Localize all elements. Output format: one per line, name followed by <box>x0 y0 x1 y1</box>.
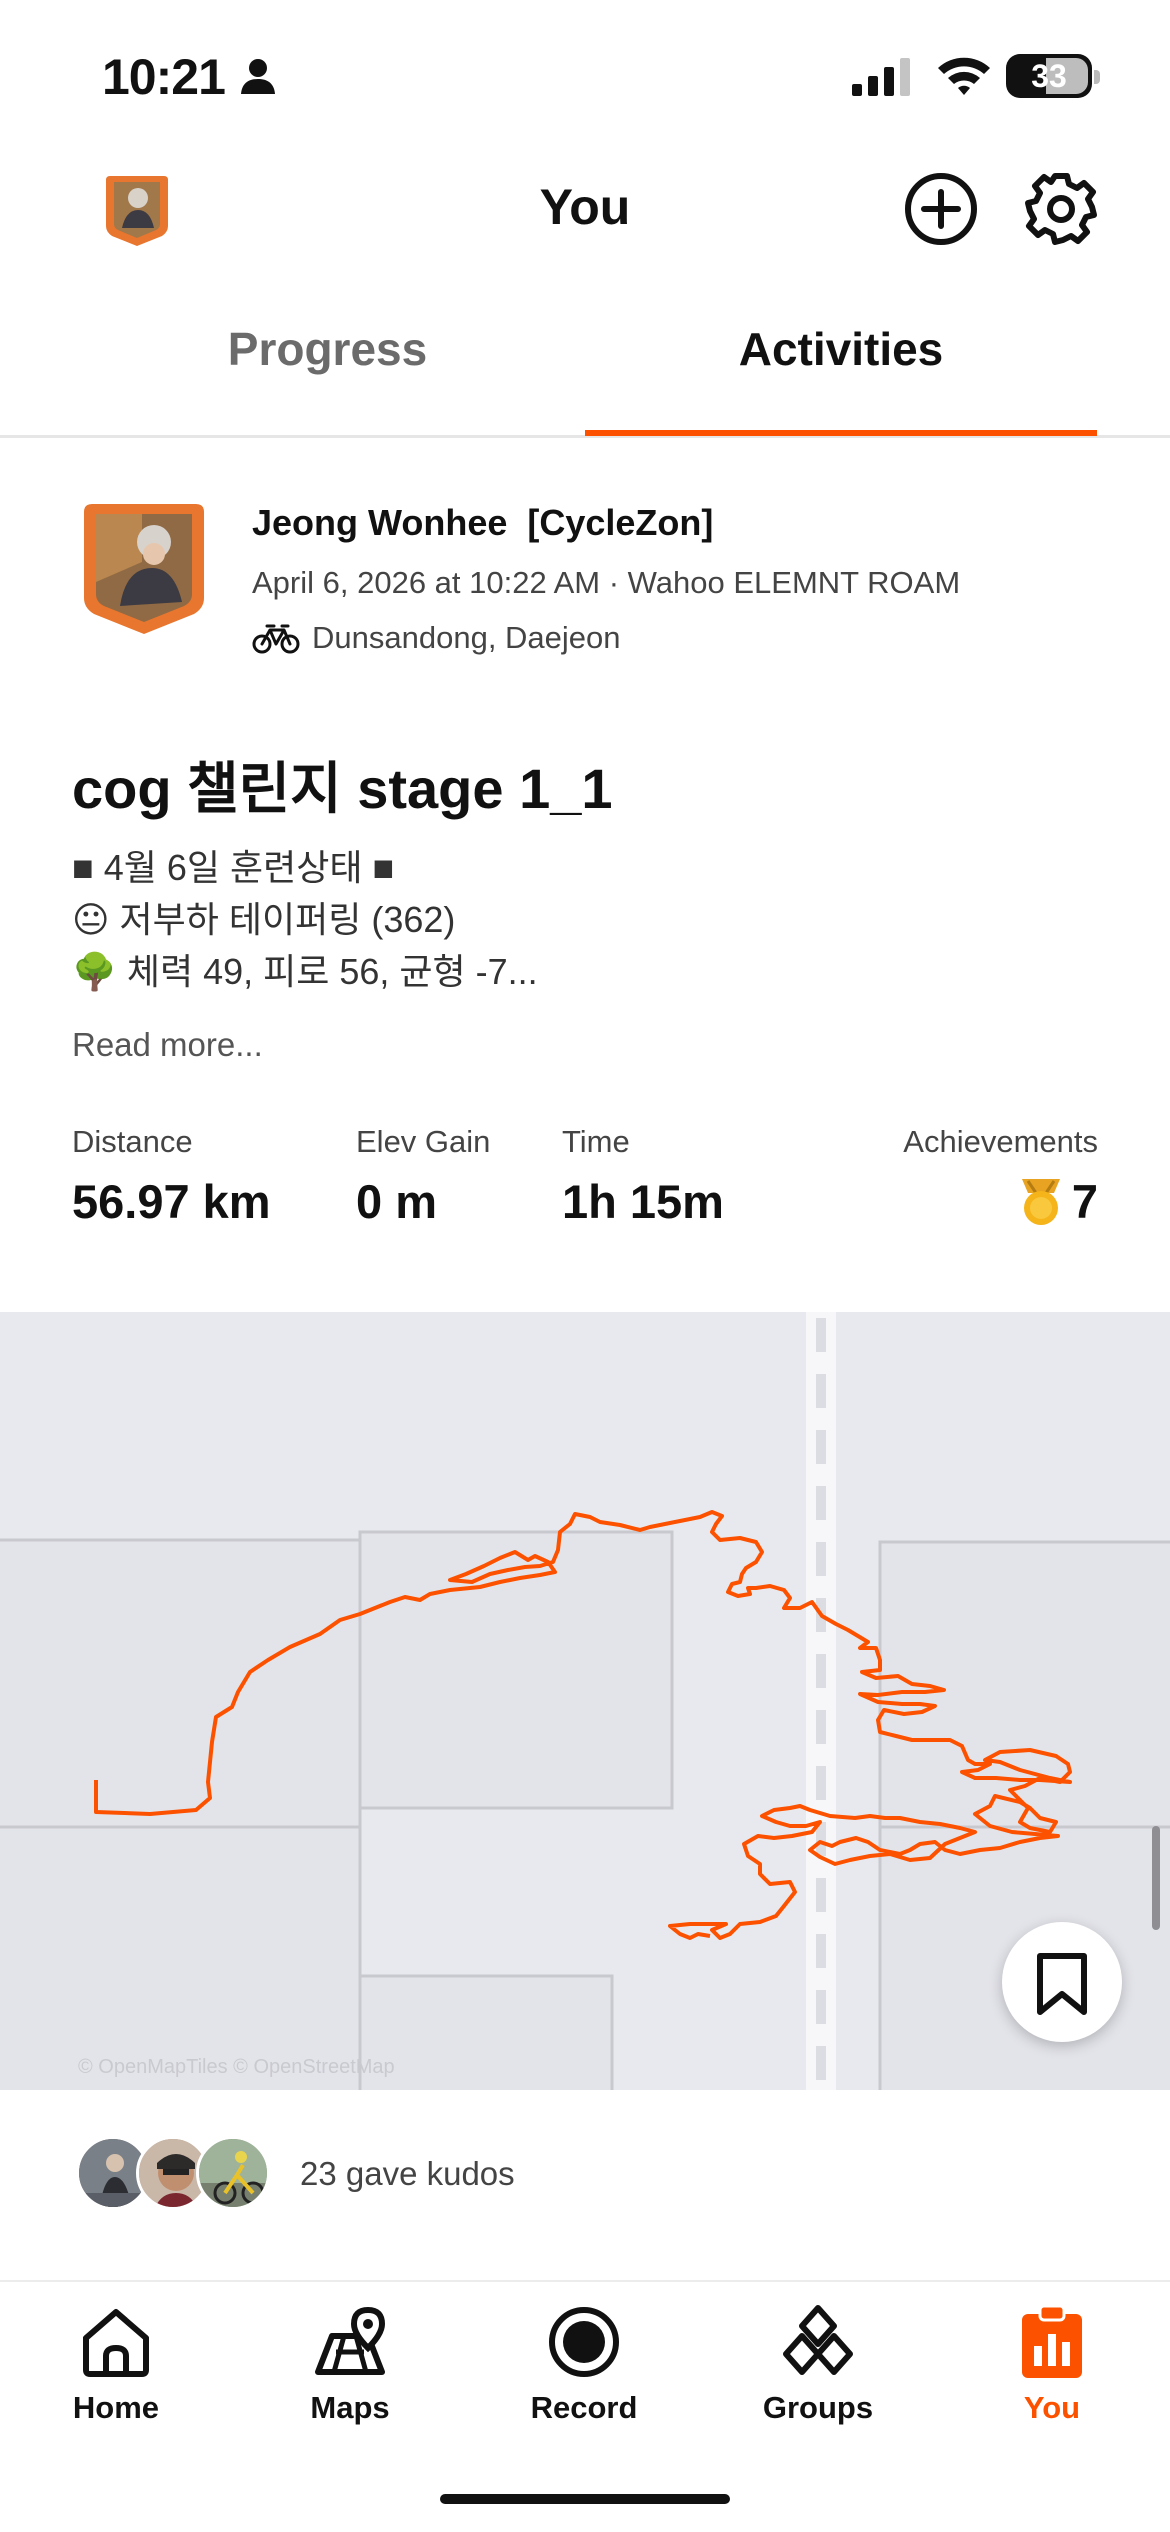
map-base <box>0 1312 1170 2090</box>
activity-location: Dunsandong, Daejeon <box>252 620 621 656</box>
tab-activities[interactable]: Activities <box>585 322 1097 376</box>
bookmark-button[interactable] <box>1002 1922 1122 2042</box>
cellular-signal-icon <box>852 56 914 101</box>
maps-icon <box>315 2306 386 2375</box>
athlete-avatar[interactable] <box>82 502 206 636</box>
record-icon <box>549 2307 619 2377</box>
nav-groups[interactable]: Groups <box>738 2302 898 2426</box>
kudos-count[interactable]: 23 gave kudos <box>300 2155 515 2193</box>
time-label: Time <box>562 1124 630 1159</box>
person-icon <box>240 58 276 101</box>
nav-record[interactable]: Record <box>504 2302 664 2426</box>
nav-home[interactable]: Home <box>36 2302 196 2426</box>
medal-icon <box>1021 1178 1060 1225</box>
active-tab-indicator <box>585 430 1097 436</box>
map-scroll-indicator <box>1152 1826 1160 1930</box>
kudos-row[interactable]: 23 gave kudos <box>76 2136 515 2212</box>
description-line: 🌳 체력 49, 피로 56, 균형 -7... <box>72 951 538 992</box>
gear-icon[interactable] <box>1022 170 1100 253</box>
distance-label: Distance <box>72 1124 193 1159</box>
add-icon[interactable] <box>902 170 980 253</box>
bookmark-icon <box>1037 1953 1087 2015</box>
nav-you-label: You <box>1023 2390 1081 2425</box>
wifi-icon <box>936 54 992 101</box>
nav-maps[interactable]: Maps <box>270 2302 430 2426</box>
nav-record-label: Record <box>530 2390 638 2425</box>
distance-value: 56.97 km <box>72 1175 271 1228</box>
you-icon <box>1022 2304 1082 2378</box>
achievements-value-wrap[interactable]: 7 <box>1018 1174 1098 1229</box>
description-line: ■ 4월 6일 훈련상태 ■ <box>72 847 395 888</box>
read-more-link[interactable]: Read more... <box>72 1026 263 1064</box>
map-attribution: © OpenMapTiles © OpenStreetMap <box>78 2056 395 2078</box>
activity-location-text: Dunsandong, Daejeon <box>312 620 621 655</box>
battery-tip <box>1094 70 1100 84</box>
profile-tabs: Progress Activities <box>0 280 1170 438</box>
activity-description: ■ 4월 6일 훈련상태 ■ 😐 저부하 테이퍼링 (362) 🌳 체력 49,… <box>72 842 538 998</box>
status-time: 10:21 <box>102 49 226 105</box>
elev-gain-value: 0 m <box>356 1175 437 1228</box>
home-icon <box>83 2309 149 2377</box>
time-value: 1h 15m <box>562 1175 724 1228</box>
achievements-label: Achievements <box>903 1124 1098 1159</box>
nav-home-label: Home <box>72 2390 160 2425</box>
status-bar: 10:21 33 <box>0 0 1170 150</box>
nav-groups-label: Groups <box>762 2390 874 2425</box>
nav-maps-label: Maps <box>310 2390 390 2425</box>
nav-you[interactable]: You <box>972 2302 1132 2426</box>
route-map[interactable]: © OpenMapTiles © OpenStreetMap <box>0 1312 1170 2090</box>
avatar <box>196 2136 270 2210</box>
description-line: 😐 저부하 테이퍼링 (362) <box>72 899 456 940</box>
top-header: You <box>0 150 1170 270</box>
page-title: You <box>539 179 631 235</box>
groups-icon <box>783 2305 853 2375</box>
battery-level: 33 <box>1031 58 1067 94</box>
activity-datetime-device: April 6, 2026 at 10:22 AM · Wahoo ELEMNT… <box>252 565 961 600</box>
home-indicator <box>440 2494 730 2504</box>
achievements-count: 7 <box>1071 1175 1098 1228</box>
battery-icon: 33 <box>1006 54 1092 98</box>
elev-gain-label: Elev Gain <box>356 1124 491 1159</box>
athlete-name[interactable]: Jeong Wonhee [CycleZon] <box>252 502 713 544</box>
kudos-avatars <box>76 2136 276 2212</box>
tab-progress[interactable]: Progress <box>40 322 615 376</box>
bike-icon <box>252 624 300 654</box>
activity-title[interactable]: cog 챌린지 stage 1_1 <box>72 744 613 825</box>
